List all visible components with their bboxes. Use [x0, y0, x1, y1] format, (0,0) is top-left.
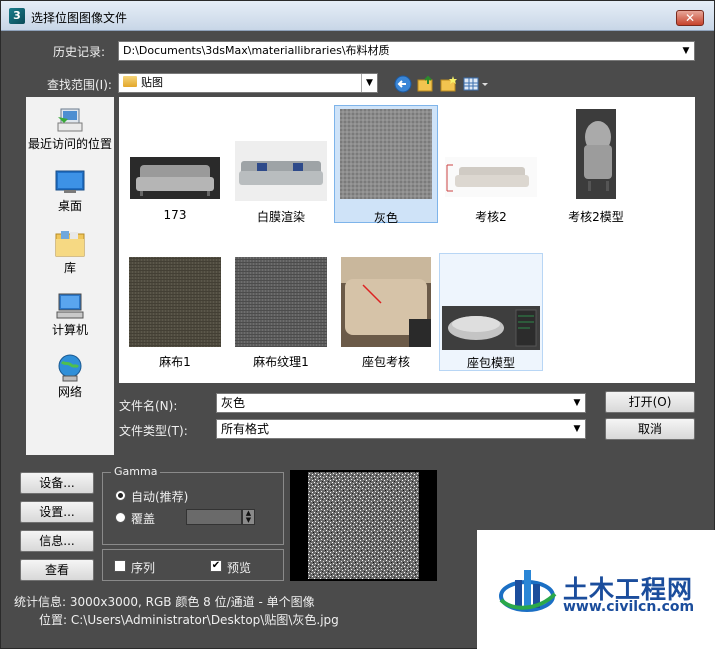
file-name: 考核2模型	[568, 210, 624, 224]
file-name: 考核2	[475, 210, 507, 224]
file-name: 麻布纹理1	[253, 355, 309, 369]
chevron-down-icon[interactable]: ▼	[569, 420, 585, 438]
preview-checkbox[interactable]: ✔	[210, 560, 222, 572]
devices-button[interactable]: 设备...	[20, 472, 94, 494]
dialog-title: 选择位图图像文件	[31, 11, 128, 25]
filename-label: 文件名(N):	[119, 399, 178, 413]
place-libraries[interactable]: 库	[26, 229, 114, 276]
filename-input[interactable]: 灰色 ▼	[216, 393, 586, 413]
override-label: 覆盖	[131, 512, 156, 526]
libraries-icon	[55, 229, 85, 257]
file-name: 白膜渲染	[256, 210, 305, 224]
place-label: 库	[63, 261, 76, 275]
file-name: 座包考核	[361, 355, 410, 369]
chevron-down-icon[interactable]: ▼	[569, 394, 585, 412]
options-group	[102, 549, 284, 581]
location-text: 位置: C:\Users\Administrator\Desktop\贴图\灰色…	[39, 613, 339, 627]
lookin-dropdown[interactable]: 贴图 ▼	[118, 73, 378, 93]
statistics-text: 统计信息: 3000x3000, RGB 颜色 8 位/通道 - 单个图像	[14, 595, 315, 609]
chair-model-thumbnail	[576, 109, 616, 199]
image-preview	[290, 470, 437, 581]
view-menu-icon[interactable]	[463, 75, 491, 93]
filename-value: 灰色	[221, 396, 246, 410]
file-item-selected[interactable]: 灰色	[334, 105, 438, 225]
open-button[interactable]: 打开(O)	[605, 391, 695, 413]
file-item[interactable]: 考核2模型	[544, 105, 648, 224]
spinner-arrows-icon[interactable]: ▲ ▼	[242, 509, 255, 525]
computer-icon	[55, 291, 85, 319]
file-name: 麻布1	[159, 355, 191, 369]
fabric-thumbnail	[235, 257, 327, 347]
file-item[interactable]: 白膜渲染	[229, 105, 333, 224]
place-label: 计算机	[51, 323, 88, 337]
fabric-thumbnail	[340, 109, 432, 199]
place-label: 网络	[57, 385, 82, 399]
title-bar: 3 选择位图图像文件 ✕	[1, 1, 714, 31]
history-value: D:\Documents\3dsMax\materiallibraries\布料…	[123, 44, 390, 57]
filetype-label: 文件类型(T):	[119, 424, 188, 438]
app-icon: 3	[9, 8, 25, 24]
file-name: 座包模型	[466, 356, 515, 370]
override-radio[interactable]	[115, 512, 126, 523]
place-label: 最近访问的位置	[27, 137, 112, 151]
file-item[interactable]: 考核2	[439, 105, 543, 224]
file-item[interactable]: 座包考核	[334, 253, 438, 371]
watermark-url: www.civilcn.com	[563, 599, 695, 615]
cushion-photo-thumbnail	[341, 257, 431, 347]
back-icon[interactable]	[394, 75, 412, 93]
recent-places-icon	[55, 105, 85, 133]
places-bar: 最近访问的位置 桌面 库 计算机 网络	[26, 97, 114, 455]
place-recent[interactable]: 最近访问的位置	[26, 105, 114, 152]
file-name: 灰色	[373, 211, 398, 225]
auto-radio[interactable]	[115, 490, 126, 501]
gamma-title: Gamma	[111, 465, 161, 478]
fabric-thumbnail	[129, 257, 221, 347]
sofa-thumbnail	[445, 157, 537, 197]
filetype-dropdown[interactable]: 所有格式 ▼	[216, 419, 586, 439]
up-folder-icon[interactable]	[417, 75, 435, 93]
place-desktop[interactable]: 桌面	[26, 167, 114, 214]
chevron-down-icon[interactable]: ▼	[361, 74, 377, 92]
sequence-label: 序列	[131, 561, 156, 575]
watermark: 土木工程网 www.civilcn.com	[477, 530, 715, 649]
filetype-value: 所有格式	[221, 422, 270, 436]
desktop-icon	[55, 167, 85, 195]
lookin-value: 贴图	[141, 76, 163, 89]
preview-label: 预览	[227, 561, 252, 575]
auto-label: 自动(推荐)	[131, 490, 189, 504]
file-item[interactable]: 座包模型	[439, 253, 543, 371]
place-label: 桌面	[57, 199, 82, 213]
file-name: 173	[163, 208, 187, 222]
cushion-model-thumbnail	[442, 306, 540, 350]
place-network[interactable]: 网络	[26, 353, 114, 400]
info-button[interactable]: 信息...	[20, 530, 94, 552]
setup-button[interactable]: 设置...	[20, 501, 94, 523]
history-dropdown[interactable]: D:\Documents\3dsMax\materiallibraries\布料…	[118, 41, 695, 61]
civilcn-logo-icon	[499, 570, 557, 612]
override-value-field[interactable]	[186, 509, 242, 525]
chevron-down-icon[interactable]: ▼	[678, 42, 694, 60]
file-item[interactable]: 麻布1	[123, 253, 227, 371]
cancel-button[interactable]: 取消	[605, 418, 695, 440]
sofa-thumbnail	[130, 157, 220, 199]
file-item[interactable]: 173	[123, 105, 227, 223]
new-folder-icon[interactable]	[440, 75, 458, 93]
sequence-checkbox[interactable]	[114, 560, 126, 572]
lookin-label: 查找范围(I):	[47, 78, 112, 92]
close-button[interactable]: ✕	[676, 10, 704, 26]
history-label: 历史记录:	[53, 45, 106, 59]
network-icon	[55, 353, 85, 382]
sofa-thumbnail	[235, 141, 327, 201]
folder-icon	[123, 76, 137, 87]
file-list[interactable]: 173 白膜渲染 灰色 考核2 考核2模型 麻布1 麻布纹理1 座包考核 座包模…	[119, 97, 695, 383]
file-item[interactable]: 麻布纹理1	[229, 253, 333, 371]
place-computer[interactable]: 计算机	[26, 291, 114, 338]
view-button[interactable]: 查看	[20, 559, 94, 581]
